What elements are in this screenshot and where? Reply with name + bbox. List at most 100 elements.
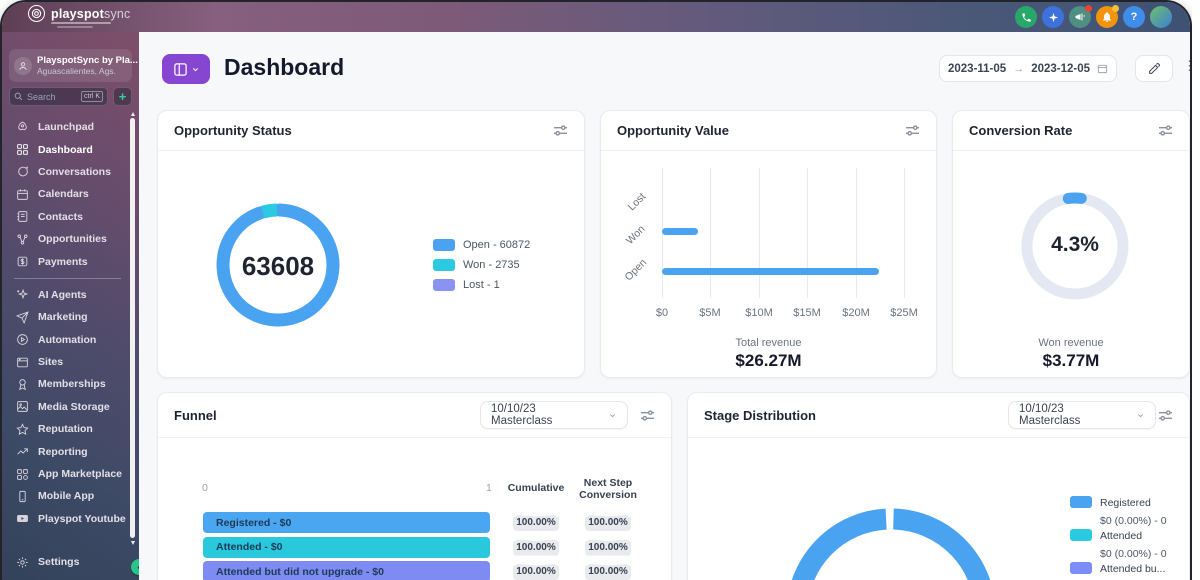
logo-mark-icon [28, 5, 45, 22]
marketplace-grid-icon [16, 468, 29, 481]
legend-label: Won - 2735 [463, 259, 520, 271]
sidebar-item-marketing[interactable]: Marketing [2, 306, 133, 328]
sidebar-item-mobile-app[interactable]: Mobile App [2, 485, 133, 507]
play-circle-icon [16, 333, 29, 346]
stage-select[interactable]: 10/10/23 Masterclass [1008, 401, 1156, 429]
sidebar-scrollbar[interactable] [130, 118, 135, 538]
chat-bubble-icon [16, 165, 29, 178]
stage-legend-item: Attended$0 (0.00%) - 0 [1070, 526, 1167, 562]
dashboard-selector-button[interactable] [162, 54, 210, 84]
filter-icon[interactable] [553, 124, 568, 137]
opportunities-icon [16, 233, 29, 246]
edit-dashboard-button[interactable] [1135, 55, 1173, 82]
sidebar-item-label: Launchpad [38, 121, 94, 133]
filter-icon[interactable] [1158, 409, 1173, 422]
stage-donut-chart [775, 497, 1007, 580]
xtick: $20M [842, 307, 870, 319]
sidebar-item-app-marketplace[interactable]: App Marketplace [2, 463, 133, 485]
account-switcher[interactable]: PlayspotSync by Pla... Aguascalientes, A… [9, 49, 132, 82]
scroll-down-icon[interactable] [131, 541, 135, 545]
sidebar-item-settings[interactable]: Settings [2, 551, 133, 573]
filter-icon[interactable] [640, 409, 655, 422]
search-input[interactable]: Search ctrl K [9, 87, 108, 106]
funnel-select[interactable]: 10/10/23 Masterclass [480, 401, 628, 429]
logo-tagline [51, 22, 111, 24]
ycat-open: Open [623, 257, 650, 284]
legend-item: Lost - 1 [433, 279, 500, 291]
help-icon[interactable]: ? [1123, 6, 1145, 28]
funnel-axis-max: 1 [486, 482, 492, 494]
scroll-up-icon[interactable] [131, 112, 135, 116]
sidebar-item-conversations[interactable]: Conversations [2, 161, 133, 183]
sidebar-item-ai-agents[interactable]: AI Agents [2, 284, 133, 306]
sidebar-item-contacts[interactable]: Contacts [2, 206, 133, 228]
xtick: $15M [793, 307, 821, 319]
more-options-button[interactable]: ⋮ [1183, 58, 1192, 74]
notifications-bell-icon[interactable] [1096, 6, 1118, 28]
funnel-bar-attended[interactable]: Attended - $0 [203, 537, 490, 558]
funnel-bar-registered[interactable]: Registered - $0 [203, 512, 490, 533]
legend-chip-registered [1070, 496, 1092, 508]
sidebar-item-dashboard[interactable]: Dashboard [2, 138, 133, 160]
stage-legend-item: Registered$0 (0.00%) - 0 [1070, 493, 1167, 529]
layout-icon [173, 62, 188, 77]
xtick: $25M [890, 307, 918, 319]
sidebar-item-opportunities[interactable]: Opportunities [2, 228, 133, 250]
sidebar-item-playspot-youtube[interactable]: Playspot Youtube [2, 508, 133, 530]
sidebar-item-media-storage[interactable]: Media Storage [2, 396, 133, 418]
won-revenue-label: Won revenue [953, 337, 1189, 349]
sidebar-item-sites[interactable]: Sites [2, 351, 133, 373]
quick-add-button[interactable]: + [113, 87, 132, 106]
funnel-next-step-badge: 100.00% [585, 539, 631, 556]
funnel-bar-label: Registered - $0 [216, 517, 291, 529]
window-right-edge [1192, 0, 1200, 580]
funnel-bar-no-upgrade[interactable]: Attended but did not upgrade - $0 [203, 561, 490, 580]
announcements-megaphone-icon[interactable] [1069, 6, 1091, 28]
boost-rocket-icon[interactable] [1042, 6, 1064, 28]
xtick: $10M [745, 307, 773, 319]
dashboard-grid-icon [16, 143, 29, 156]
user-avatar[interactable] [1150, 6, 1172, 28]
logo-primary: playspot [51, 7, 104, 21]
medal-icon [16, 378, 29, 391]
funnel-next-step-badge: 100.00% [585, 563, 631, 580]
payments-icon [16, 255, 29, 268]
sidebar-item-calendars[interactable]: Calendars [2, 183, 133, 205]
sidebar-item-label: Conversations [38, 166, 111, 178]
help-glyph: ? [1131, 11, 1138, 23]
legend-label: Registered [1100, 497, 1151, 509]
sidebar-item-reputation[interactable]: Reputation [2, 418, 133, 440]
conversion-rate-card: Conversion Rate 4.3% Won revenue $3.77M [952, 110, 1190, 378]
legend-label: Lost - 1 [463, 279, 500, 291]
legend-label: Open - 60872 [463, 239, 530, 251]
filter-icon[interactable] [1158, 124, 1173, 137]
sidebar-item-automation[interactable]: Automation [2, 329, 133, 351]
status-total-value: 63608 [210, 251, 346, 282]
browser-icon [16, 356, 29, 369]
total-revenue-value: $26.27M [601, 351, 936, 371]
card-title: Opportunity Status [174, 123, 292, 138]
sidebar-item-label: Mobile App [38, 490, 94, 502]
sidebar-item-label: Reporting [38, 446, 88, 458]
select-value: 10/10/23 Masterclass [1019, 403, 1128, 427]
sidebar-item-memberships[interactable]: Memberships [2, 373, 133, 395]
plus-icon: + [119, 89, 127, 104]
sidebar-item-launchpad[interactable]: Launchpad [2, 116, 133, 138]
opportunity-value-card: Opportunity Value Lost Won Open $0 $5M $… [600, 110, 937, 378]
legend-chip-attended [1070, 529, 1092, 541]
legend-chip-won [433, 259, 455, 271]
star-icon [16, 423, 29, 436]
pencil-icon [1148, 62, 1161, 75]
sidebar-item-label: Payments [38, 256, 88, 268]
sidebar-item-label: Media Storage [38, 401, 110, 413]
date-range-picker[interactable]: 2023-11-05 → 2023-12-05 [939, 55, 1117, 82]
filter-icon[interactable] [905, 124, 920, 137]
search-shortcut: ctrl K [81, 91, 103, 102]
logo-byline [57, 26, 93, 28]
select-value: 10/10/23 Masterclass [491, 403, 600, 427]
sidebar-item-reporting[interactable]: Reporting [2, 440, 133, 462]
logo-secondary: sync [104, 7, 131, 21]
sidebar-item-payments[interactable]: Payments [2, 250, 133, 272]
phone-icon[interactable] [1015, 6, 1037, 28]
sidebar-item-label: AI Agents [38, 289, 87, 301]
